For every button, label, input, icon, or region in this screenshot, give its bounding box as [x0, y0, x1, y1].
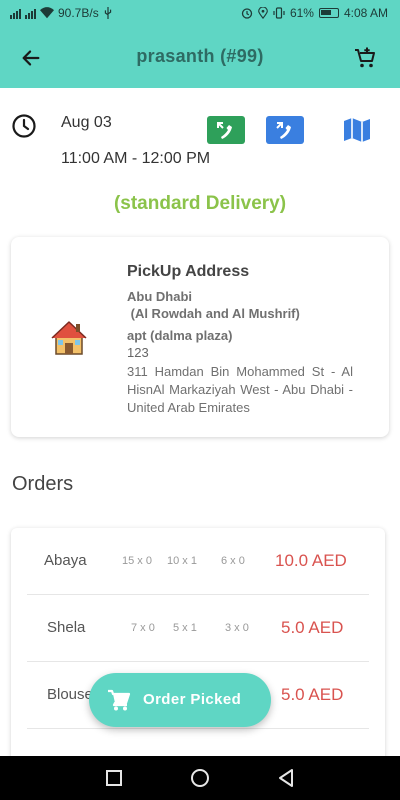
qty-option: 15 x 0	[122, 555, 152, 567]
address-apartment: apt (dalma plaza)	[127, 328, 233, 343]
app-bar: prasanth (#99)	[0, 28, 400, 88]
address-area: (Al Rowdah and Al Mushrif)	[127, 306, 300, 321]
pickup-time-slot: 11:00 AM - 12:00 PM	[61, 150, 211, 167]
usb-icon	[104, 7, 111, 19]
qty-option: 7 x 0	[131, 622, 155, 634]
map-button[interactable]	[340, 114, 374, 146]
qty-option: 10 x 1	[167, 555, 197, 567]
battery-icon	[318, 8, 339, 18]
add-to-cart-button[interactable]	[348, 42, 382, 74]
home-button[interactable]	[187, 766, 213, 790]
status-bar: 90.7B/s 61% 4:08 AM	[0, 0, 400, 28]
pickup-address-heading: PickUp Address	[127, 263, 250, 280]
row-divider	[27, 728, 369, 729]
signal-icon	[10, 8, 21, 19]
call-button-alt[interactable]	[266, 116, 304, 144]
recents-button[interactable]	[101, 766, 127, 790]
clock-time: 4:08 AM	[343, 6, 388, 20]
item-price: 5.0 AED	[281, 618, 344, 637]
order-picked-label: Order Picked	[143, 691, 242, 708]
order-detail-screen: 90.7B/s 61% 4:08 AM prasanth (#99) Aug 0…	[0, 0, 400, 800]
system-nav-bar	[0, 756, 400, 800]
item-name: Abaya	[44, 552, 87, 569]
call-icon	[217, 122, 232, 139]
address-city: Abu Dhabi	[127, 289, 192, 304]
orders-list: Abaya 15 x 0 10 x 1 6 x 0 10.0 AED Shela…	[11, 528, 385, 768]
order-picked-button[interactable]: Order Picked	[89, 673, 271, 727]
net-speed: 90.7B/s	[58, 6, 99, 20]
delivery-type-label: (standard Delivery)	[113, 193, 287, 214]
order-row[interactable]: Abaya 15 x 0 10 x 1 6 x 0 10.0 AED	[11, 528, 385, 595]
house-icon	[51, 321, 87, 355]
vibrate-icon	[273, 7, 285, 19]
item-name: Shela	[47, 619, 86, 636]
pickup-date: Aug 03	[61, 114, 112, 131]
qty-option: 5 x 1	[173, 622, 197, 634]
item-name: Blouse	[47, 686, 93, 703]
qty-option: 3 x 0	[225, 622, 249, 634]
call-button[interactable]	[207, 116, 245, 144]
square-icon	[106, 770, 122, 786]
map-icon	[344, 118, 370, 142]
item-price: 10.0 AED	[275, 551, 347, 570]
signal-icon	[25, 8, 36, 19]
page-title: prasanth (#99)	[136, 46, 264, 66]
call-icon	[276, 122, 291, 139]
address-full: 311 Hamdan Bin Mohammed St - Al HisnAl M…	[127, 364, 353, 415]
orders-heading: Orders	[12, 473, 74, 495]
circle-icon	[191, 769, 209, 787]
clock-icon	[12, 114, 36, 138]
qty-option: 6 x 0	[221, 555, 245, 567]
item-price: 5.0 AED	[281, 685, 344, 704]
battery-percent: 61%	[289, 6, 314, 20]
alarm-icon	[241, 8, 253, 19]
wifi-icon	[40, 7, 54, 19]
location-icon	[258, 7, 268, 19]
back-nav-button[interactable]	[273, 766, 299, 790]
triangle-back-icon	[279, 769, 293, 787]
order-row[interactable]: Shela 7 x 0 5 x 1 3 x 0 5.0 AED	[11, 595, 385, 662]
cart-add-icon	[355, 47, 375, 68]
cart-icon	[108, 689, 131, 711]
address-number: 123	[127, 345, 149, 360]
pickup-address-card: PickUp Address Abu Dhabi (Al Rowdah and …	[11, 237, 389, 437]
